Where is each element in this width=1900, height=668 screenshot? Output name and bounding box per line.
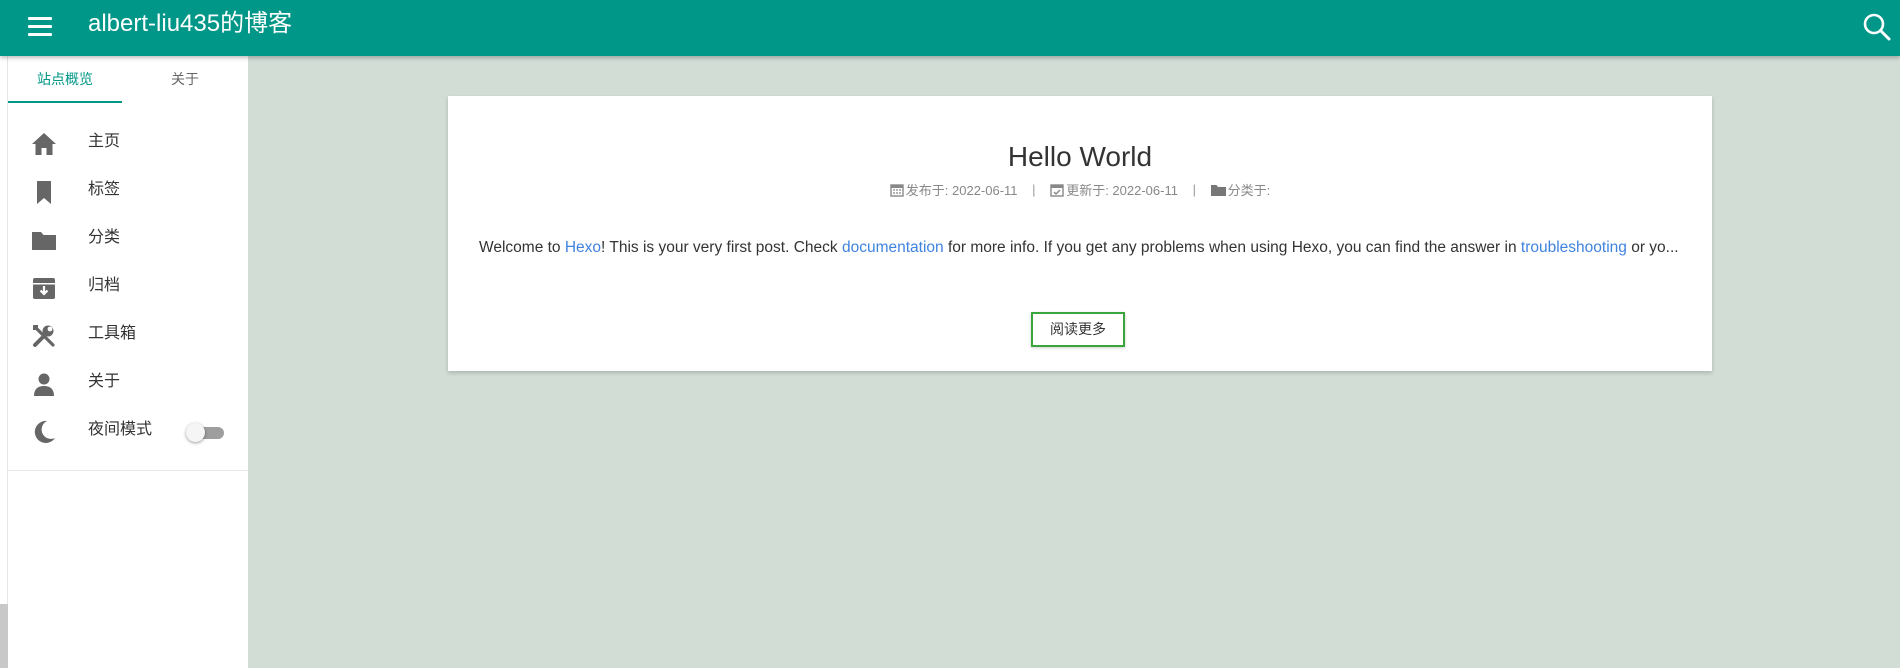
sidebar-item-label: 标签 bbox=[88, 181, 121, 198]
toggle-knob bbox=[186, 423, 205, 442]
sidebar-divider bbox=[8, 470, 248, 471]
sidebar-item-label: 工具箱 bbox=[88, 325, 137, 342]
sidebar-item-label: 夜间模式 bbox=[88, 421, 153, 438]
published-date: 发布于: 2022-06-11 bbox=[890, 181, 1018, 201]
sidebar-item-night-mode: 夜间模式 bbox=[8, 406, 248, 454]
hexo-link[interactable]: Hexo bbox=[565, 239, 601, 256]
home-icon bbox=[30, 130, 58, 158]
post-title[interactable]: Hello World bbox=[448, 140, 1712, 174]
user-icon bbox=[30, 370, 58, 398]
sidebar-item-tags[interactable]: 标签 bbox=[8, 166, 248, 214]
left-edge-strip bbox=[0, 0, 8, 668]
bookmark-icon bbox=[30, 178, 58, 206]
scrollbar-thumb[interactable] bbox=[0, 604, 8, 668]
archive-icon bbox=[30, 274, 58, 302]
sidebar-item-toolbox[interactable]: 工具箱 bbox=[8, 310, 248, 358]
sidebar-menu: 主页 标签 分类 归档 工具箱 关于 夜间模式 bbox=[8, 118, 248, 454]
tab-about[interactable]: 关于 bbox=[128, 56, 242, 104]
excerpt-text: or yo... bbox=[1626, 239, 1679, 256]
sidebar-item-label: 主页 bbox=[88, 133, 121, 150]
search-icon[interactable] bbox=[1860, 10, 1894, 44]
excerpt-text: for more info. If you get any problems w… bbox=[943, 239, 1521, 256]
post-excerpt: Welcome to Hexo! This is your very first… bbox=[479, 233, 1689, 262]
excerpt-text: ! This is your very first post. Check bbox=[601, 239, 842, 256]
post-card: Hello World 发布于: 2022-06-11 | 更新于: 2022-… bbox=[448, 96, 1712, 371]
sidebar-item-label: 关于 bbox=[88, 373, 121, 390]
documentation-link[interactable]: documentation bbox=[842, 239, 944, 256]
sidebar-item-archives[interactable]: 归档 bbox=[8, 262, 248, 310]
excerpt-text: Welcome to bbox=[479, 239, 565, 256]
updated-date: 更新于: 2022-06-11 bbox=[1050, 181, 1178, 201]
read-more-button[interactable]: 阅读更多 bbox=[1031, 312, 1125, 347]
post-meta: 发布于: 2022-06-11 | 更新于: 2022-06-11 | 分类于: bbox=[448, 180, 1712, 201]
post-category: 分类于: bbox=[1210, 181, 1271, 201]
sidebar-item-home[interactable]: 主页 bbox=[8, 118, 248, 166]
published-label: 发布于: 2022-06-11 bbox=[905, 182, 1018, 198]
calendar-check-icon bbox=[1050, 183, 1064, 197]
menu-icon[interactable] bbox=[26, 13, 54, 41]
sidebar-item-label: 归档 bbox=[88, 277, 121, 294]
moon-icon bbox=[30, 418, 58, 446]
meta-separator: | bbox=[1192, 182, 1196, 197]
top-app-bar: albert-liu435的博客 bbox=[0, 0, 1900, 56]
active-tab-indicator bbox=[8, 101, 122, 103]
calendar-icon bbox=[890, 183, 904, 197]
sidebar-item-label: 分类 bbox=[88, 229, 121, 246]
updated-label: 更新于: 2022-06-11 bbox=[1066, 182, 1178, 198]
site-title[interactable]: albert-liu435的博客 bbox=[88, 8, 292, 40]
sidebar: 站点概览 关于 主页 标签 分类 归档 工具箱 关于 夜间模式 bbox=[8, 56, 248, 668]
sidebar-item-categories[interactable]: 分类 bbox=[8, 214, 248, 262]
sidebar-tabs: 站点概览 关于 bbox=[8, 56, 248, 104]
tools-icon bbox=[30, 322, 58, 350]
tab-site-overview[interactable]: 站点概览 bbox=[8, 56, 122, 104]
night-mode-toggle[interactable] bbox=[186, 422, 226, 442]
category-label: 分类于: bbox=[1227, 182, 1271, 198]
meta-separator: | bbox=[1032, 182, 1036, 197]
sidebar-item-about[interactable]: 关于 bbox=[8, 358, 248, 406]
troubleshooting-link[interactable]: troubleshooting bbox=[1521, 239, 1627, 256]
folder-icon bbox=[30, 226, 58, 254]
folder-icon bbox=[1210, 184, 1226, 196]
